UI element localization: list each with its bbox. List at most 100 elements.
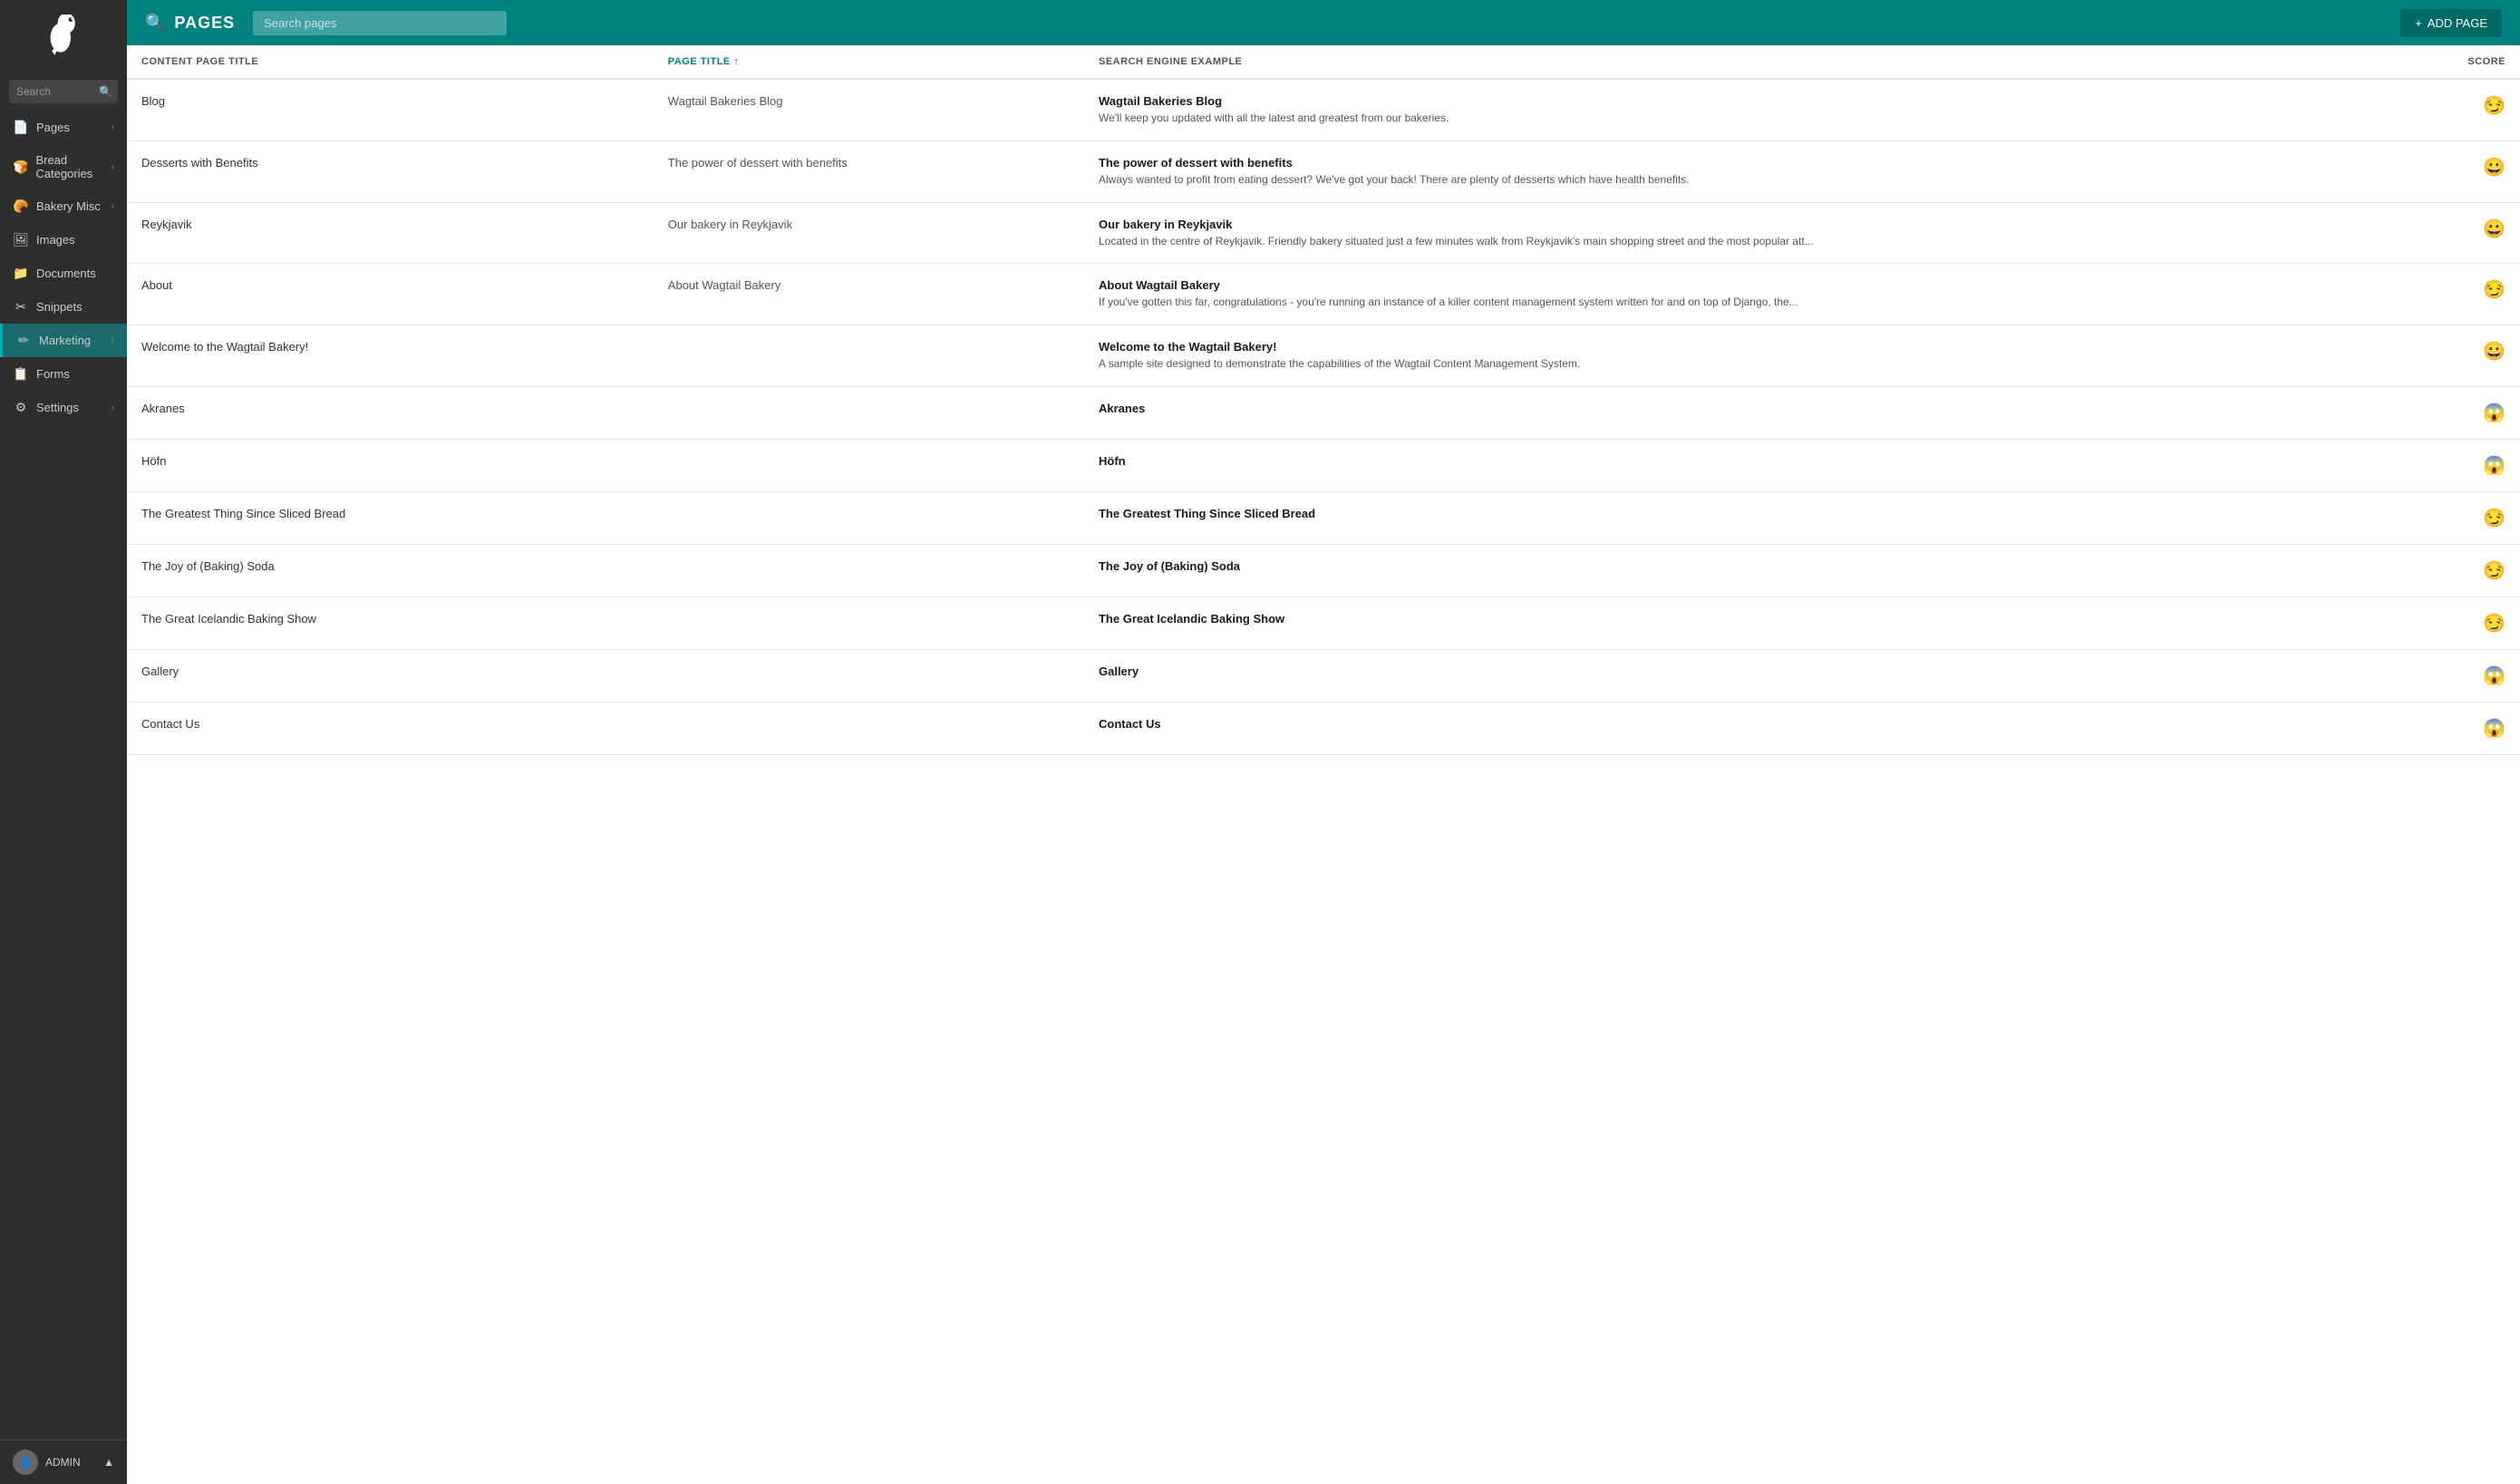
snippets-icon: ✂ [13, 299, 29, 315]
cell-score: 😀 [2400, 202, 2520, 264]
cell-page-title [654, 597, 1084, 649]
table-row: ReykjavikOur bakery in ReykjavikOur bake… [127, 202, 2520, 264]
cell-seo: Höfn [1084, 439, 2400, 491]
cell-page-title [654, 439, 1084, 491]
pages-icon: 📄 [13, 120, 29, 135]
add-icon: + [2415, 16, 2422, 30]
cell-score: 😀 [2400, 325, 2520, 387]
table-row: HöfnHöfn😱 [127, 439, 2520, 491]
pages-table: CONTENT PAGE TITLE PAGE TITLE ↑ SEARCH E… [127, 45, 2520, 755]
sidebar-item-settings-label: Settings [36, 401, 79, 414]
sidebar-search-button[interactable]: 🔍 [99, 85, 112, 98]
sidebar-item-forms[interactable]: 📋 Forms [0, 357, 127, 391]
cell-seo: Welcome to the Wagtail Bakery!A sample s… [1084, 325, 2400, 387]
cell-score: 😏 [2400, 491, 2520, 544]
seo-title-text: The Great Icelandic Baking Show [1099, 612, 2386, 626]
table-row: Desserts with BenefitsThe power of desse… [127, 141, 2520, 202]
main-content: 🔍 PAGES + ADD PAGE CONTENT PAGE TITLE PA… [127, 0, 2520, 1484]
cell-content-title: Höfn [127, 439, 654, 491]
add-page-button[interactable]: + ADD PAGE [2400, 9, 2502, 37]
sidebar-logo [0, 0, 127, 73]
pages-content-area: CONTENT PAGE TITLE PAGE TITLE ↑ SEARCH E… [127, 45, 2520, 1484]
cell-page-title [654, 491, 1084, 544]
header-title-area: 🔍 PAGES [145, 14, 235, 33]
page-title: PAGES [174, 14, 235, 33]
sidebar-item-pages-label: Pages [36, 121, 70, 134]
cell-page-title [654, 386, 1084, 439]
sidebar-navigation: 📄 Pages › 🍞 Bread Categories › 🥐 Bakery … [0, 111, 127, 1440]
table-row: AkranesAkranes😱 [127, 386, 2520, 439]
wagtail-logo-icon [42, 15, 85, 58]
seo-title-text: The Joy of (Baking) Soda [1099, 559, 2386, 573]
table-row: GalleryGallery😱 [127, 649, 2520, 702]
sidebar-item-pages[interactable]: 📄 Pages › [0, 111, 127, 144]
cell-score: 😱 [2400, 649, 2520, 702]
cell-score: 😱 [2400, 702, 2520, 754]
seo-title-text: Wagtail Bakeries Blog [1099, 94, 2386, 108]
bakery-misc-icon: 🥐 [13, 199, 29, 214]
cell-seo: The Joy of (Baking) Soda [1084, 544, 2400, 597]
cell-content-title: Blog [127, 79, 654, 141]
seo-desc-text: Always wanted to profit from eating dess… [1099, 172, 2386, 188]
sidebar-item-snippets-label: Snippets [36, 300, 82, 314]
seo-title-text: Our bakery in Reykjavik [1099, 218, 2386, 231]
cell-content-title: The Great Icelandic Baking Show [127, 597, 654, 649]
sidebar-item-bakery-misc-label: Bakery Misc [36, 199, 101, 213]
cell-seo: Contact Us [1084, 702, 2400, 754]
seo-desc-text: Located in the centre of Reykjavik. Frie… [1099, 234, 2386, 249]
seo-title-text: Contact Us [1099, 717, 2386, 731]
footer-chevron-icon: ▲ [103, 1456, 114, 1469]
marketing-icon: ✏ [15, 333, 32, 348]
documents-icon: 📁 [13, 266, 29, 281]
table-row: Contact Us Contact Us 😱 [127, 702, 2520, 754]
cell-seo: About Wagtail Bakery If you've gotten thi… [1084, 264, 2400, 325]
cell-seo: The power of dessert with benefitsAlways… [1084, 141, 2400, 202]
cell-score: 😏 [2400, 264, 2520, 325]
table-row: BlogWagtail Bakeries BlogWagtail Bakerie… [127, 79, 2520, 141]
sidebar-item-snippets[interactable]: ✂ Snippets [0, 290, 127, 324]
sidebar-search-area: 🔍 [0, 73, 127, 111]
sidebar-item-settings[interactable]: ⚙ Settings › [0, 391, 127, 424]
settings-chevron-icon: › [111, 403, 114, 412]
cell-score: 😏 [2400, 597, 2520, 649]
bakery-misc-chevron-icon: › [111, 201, 114, 211]
sidebar-item-bread-categories-label: Bread Categories [35, 153, 111, 180]
column-header-seo: SEARCH ENGINE EXAMPLE [1084, 45, 2400, 79]
sidebar-item-bread-categories[interactable]: 🍞 Bread Categories › [0, 144, 127, 189]
cell-seo: Our bakery in Reykjavik Located in the ce… [1084, 202, 2400, 264]
bread-categories-chevron-icon: › [111, 162, 114, 172]
seo-title-text: Akranes [1099, 402, 2386, 415]
table-row: The Great Icelandic Baking Show The Great… [127, 597, 2520, 649]
bread-categories-icon: 🍞 [13, 160, 28, 175]
cell-content-title: Welcome to the Wagtail Bakery! [127, 325, 654, 387]
header: 🔍 PAGES + ADD PAGE [127, 0, 2520, 45]
cell-page-title [654, 649, 1084, 702]
forms-icon: 📋 [13, 366, 29, 382]
table-row: AboutAbout Wagtail BakeryAbout Wagtail B… [127, 264, 2520, 325]
cell-seo: The Greatest Thing Since Sliced Bread [1084, 491, 2400, 544]
cell-content-title: Gallery [127, 649, 654, 702]
sidebar-item-marketing[interactable]: ✏ Marketing › [0, 324, 127, 357]
cell-page-title [654, 544, 1084, 597]
sidebar-footer[interactable]: 👤 ADMIN ▲ [0, 1440, 127, 1484]
sidebar-item-images[interactable]: 🖼 Images [0, 223, 127, 257]
column-header-page-title[interactable]: PAGE TITLE ↑ [654, 45, 1084, 79]
column-header-content-title: CONTENT PAGE TITLE [127, 45, 654, 79]
cell-content-title: Contact Us [127, 702, 654, 754]
sidebar-item-bakery-misc[interactable]: 🥐 Bakery Misc › [0, 189, 127, 223]
cell-page-title: Our bakery in Reykjavik [654, 202, 1084, 264]
user-avatar: 👤 [13, 1450, 38, 1475]
seo-desc-text: If you've gotten this far, congratulatio… [1099, 295, 2386, 310]
cell-score: 😱 [2400, 439, 2520, 491]
seo-title-text: About Wagtail Bakery [1099, 278, 2386, 292]
table-body: BlogWagtail Bakeries BlogWagtail Bakerie… [127, 79, 2520, 754]
cell-page-title: The power of dessert with benefits [654, 141, 1084, 202]
pages-search-input[interactable] [253, 11, 507, 35]
sort-arrow-icon: ↑ [733, 56, 739, 67]
cell-page-title [654, 325, 1084, 387]
marketing-chevron-icon: › [111, 335, 114, 345]
settings-icon: ⚙ [13, 400, 29, 415]
sidebar-item-documents[interactable]: 📁 Documents [0, 257, 127, 290]
seo-title-text: The Greatest Thing Since Sliced Bread [1099, 507, 2386, 520]
cell-content-title: Reykjavik [127, 202, 654, 264]
